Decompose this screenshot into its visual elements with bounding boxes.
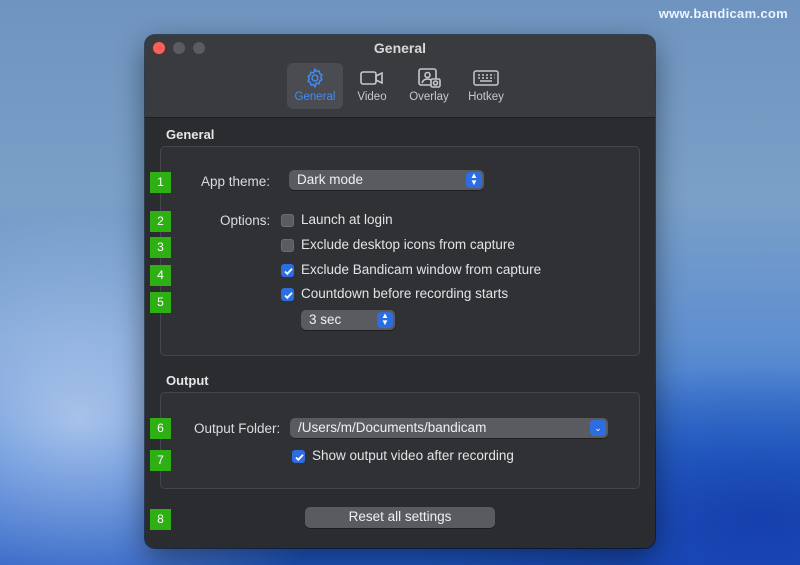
tab-overlay[interactable]: Overlay [401, 63, 457, 109]
general-section-title: General [166, 127, 215, 142]
output-folder-label: Output Folder: [194, 421, 281, 436]
annotation-badge: 4 [150, 265, 171, 286]
output-group [160, 392, 640, 489]
checkbox-box[interactable] [292, 450, 305, 463]
tab-video[interactable]: Video [344, 63, 400, 109]
checkbox-label: Exclude desktop icons from capture [301, 237, 515, 252]
annotation-badge: 6 [150, 418, 171, 439]
checkbox-box[interactable] [281, 264, 294, 277]
reset-all-settings-button[interactable]: Reset all settings [305, 507, 495, 528]
tab-hotkey[interactable]: Hotkey [458, 63, 514, 109]
checkbox-label: Exclude Bandicam window from capture [301, 262, 542, 277]
tab-label: Overlay [409, 91, 449, 103]
annotation-badge: 3 [150, 237, 171, 258]
window-title: General [373, 40, 427, 56]
countdown-value: 3 sec [309, 312, 342, 327]
output-folder-popup[interactable]: /Users/m/Documents/bandicam ⌄ [290, 418, 608, 438]
tab-label: Video [357, 91, 387, 103]
annotation-badge: 8 [150, 509, 171, 530]
annotation-badge: 1 [150, 172, 171, 193]
annotation-badge: 2 [150, 211, 171, 232]
app-theme-value: Dark mode [297, 172, 364, 187]
app-theme-label: App theme: [201, 174, 271, 189]
checkmark-icon [284, 268, 293, 276]
annotation-badge: 5 [150, 292, 171, 313]
checkbox-label: Show output video after recording [312, 448, 514, 463]
countdown-duration-popup[interactable]: 3 sec ▲ ▼ [301, 310, 395, 330]
tab-label: General [294, 91, 336, 103]
tab-general[interactable]: General [287, 63, 343, 109]
titlebar: General General Video Overlay Hotkey [145, 35, 655, 118]
up-down-arrows-icon: ▲ ▼ [377, 312, 393, 328]
keyboard-icon [458, 67, 514, 89]
watermark: www.bandicam.com [658, 6, 788, 21]
preferences-window: General General Video Overlay Hotkey Gen… [145, 35, 655, 548]
overlay-image-icon [401, 67, 457, 89]
chevron-down-icon: ⌄ [590, 420, 606, 436]
checkbox-box[interactable] [281, 288, 294, 301]
checkbox-label: Countdown before recording starts [301, 286, 509, 301]
checkbox-box[interactable] [281, 214, 294, 227]
app-theme-popup[interactable]: Dark mode ▲ ▼ [289, 170, 484, 190]
output-folder-value: /Users/m/Documents/bandicam [298, 420, 487, 435]
video-camera-icon [344, 67, 400, 89]
output-section-title: Output [166, 373, 209, 388]
options-label: Options: [220, 213, 271, 228]
checkbox-label: Launch at login [301, 212, 393, 227]
checkmark-icon [284, 292, 293, 300]
annotation-badge: 7 [150, 450, 171, 471]
gear-icon [287, 67, 343, 89]
tab-label: Hotkey [468, 91, 504, 103]
checkbox-box[interactable] [281, 239, 294, 252]
up-down-arrows-icon: ▲ ▼ [466, 172, 482, 188]
checkmark-icon [295, 454, 304, 462]
